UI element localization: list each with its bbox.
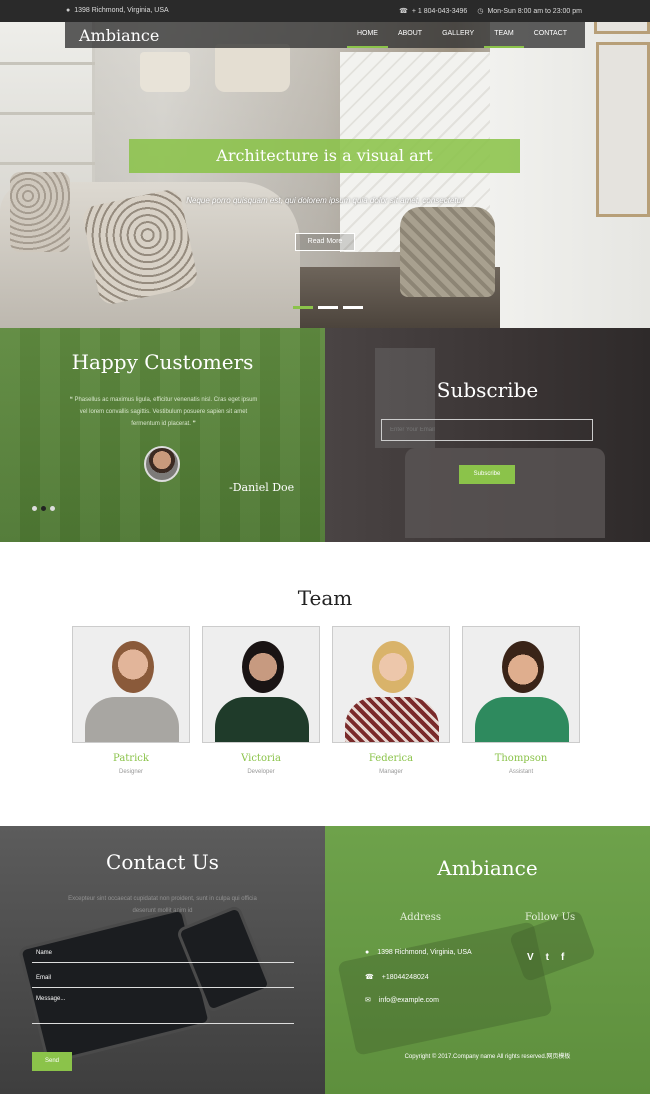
team-card-photo[interactable]	[332, 626, 450, 743]
hero-lamp-image	[215, 44, 290, 92]
vimeo-icon[interactable]: V	[527, 952, 534, 963]
team-member-name: Federica	[368, 753, 414, 764]
hero-frame-image	[594, 22, 650, 34]
hero-tagline: Neque porro quisquam est, qui dolorem ip…	[186, 196, 464, 205]
topbar-phone-text: + 1 804-043-3496	[411, 7, 468, 15]
hero-pillow-image	[80, 187, 200, 307]
hero-slide-dots	[293, 306, 363, 309]
testimonial-author: -Daniel Doe	[229, 481, 295, 494]
subscribe-section: Subscribe Subscribe	[325, 328, 650, 542]
send-button[interactable]: Send	[32, 1052, 72, 1071]
nav-item-about[interactable]: ABOUT	[388, 22, 432, 48]
testimonial-section: Happy Customers ❝ Phasellus ac maximus l…	[0, 328, 325, 542]
member-photo-head	[242, 641, 284, 693]
footer-address: ● 1398 Richmond, Virginia, USA	[365, 949, 472, 956]
contact-heading: Contact Us	[106, 850, 219, 874]
subscribe-bed-image	[405, 448, 605, 538]
phone-icon: ☎	[399, 8, 408, 15]
member-photo-head	[112, 641, 154, 693]
contact-section: Contact Us Excepteur sint occaecat cupid…	[0, 826, 325, 1094]
location-pin-icon: ●	[66, 7, 71, 14]
customer-avatar	[144, 446, 180, 482]
location-pin-icon: ●	[365, 949, 370, 956]
team-card-photo[interactable]	[72, 626, 190, 743]
contact-description: Excepteur sint occaecat cupidatat non pr…	[68, 896, 257, 914]
member-photo-body	[85, 697, 179, 742]
topbar-address: ● 1398 Richmond, Virginia, USA	[66, 7, 169, 14]
testimonial-dot[interactable]	[41, 506, 46, 511]
hero-pillow-image	[10, 172, 70, 252]
main-nav: Ambiance HOME ABOUT GALLERY TEAM CONTACT	[65, 22, 585, 48]
topbar-hours-text: Mon-Sun 8:00 am to 23:00 pm	[487, 7, 582, 15]
member-photo-head	[502, 641, 544, 693]
copyright-text: Copyright © 2017.Company name All rights…	[404, 1054, 571, 1060]
facebook-icon[interactable]: f	[561, 952, 564, 963]
top-info-bar: ● 1398 Richmond, Virginia, USA ☎ + 1 804…	[0, 0, 650, 22]
testimonial-quote: ❝ Phasellus ac maximus ligula, efficitur…	[69, 397, 258, 427]
topbar-hours: ◷ Mon-Sun 8:00 am to 23:00 pm	[477, 7, 582, 16]
member-photo-head	[372, 641, 414, 693]
contact-name-field[interactable]: Name	[32, 943, 294, 963]
hero-title: Architecture is a visual art	[129, 139, 520, 173]
footer-phone-text: +18044248024	[381, 973, 429, 981]
nav-item-contact[interactable]: CONTACT	[524, 22, 577, 48]
team-member-role: Designer	[118, 769, 143, 775]
member-photo-body	[345, 697, 439, 742]
contact-message-field[interactable]: Message...	[32, 992, 294, 1024]
nav-brand-logo[interactable]: Ambiance	[79, 26, 347, 45]
contact-email-field[interactable]: Email	[32, 968, 294, 988]
testimonial-dot[interactable]	[50, 506, 55, 511]
topbar-address-text: 1398 Richmond, Virginia, USA	[74, 7, 169, 14]
footer-brand: Ambiance	[437, 856, 538, 880]
nav-item-gallery[interactable]: GALLERY	[432, 22, 484, 48]
testimonial-heading: Happy Customers	[71, 350, 254, 374]
hero-chair-image	[400, 207, 495, 297]
subscribe-email-input[interactable]	[381, 419, 593, 441]
team-member-role: Developer	[247, 769, 275, 775]
nav-item-team[interactable]: TEAM	[484, 22, 524, 48]
team-card-photo[interactable]	[202, 626, 320, 743]
nav-menu: HOME ABOUT GALLERY TEAM CONTACT	[346, 22, 577, 48]
team-card-photo[interactable]	[462, 626, 580, 743]
footer-phone[interactable]: ☎ +18044248024	[365, 973, 429, 982]
team-member-name: Victoria	[241, 753, 281, 764]
twitter-icon[interactable]: t	[546, 952, 549, 963]
footer-email-text: info@example.com	[378, 996, 439, 1004]
hero-frame-image	[596, 42, 650, 217]
slide-dot[interactable]	[343, 306, 363, 309]
team-member-name: Thompson	[494, 753, 548, 764]
subscribe-heading: Subscribe	[436, 378, 539, 402]
hero-slider	[0, 22, 650, 328]
footer-info-section: Ambiance Address Follow Us ● 1398 Richmo…	[325, 826, 650, 1094]
topbar-phone[interactable]: ☎ + 1 804-043-3496	[399, 7, 468, 16]
footer-email[interactable]: ✉ info@example.com	[365, 996, 439, 1005]
team-member-name: Patrick	[113, 753, 149, 764]
phone-icon: ☎	[365, 974, 374, 981]
hero-lamp-image	[140, 52, 190, 92]
subscribe-button[interactable]: Subscribe	[459, 465, 515, 484]
footer-address-text: 1398 Richmond, Virginia, USA	[377, 949, 472, 956]
envelope-icon: ✉	[365, 997, 371, 1004]
slide-dot[interactable]	[318, 306, 338, 309]
social-links: V t f	[527, 952, 564, 963]
member-photo-body	[475, 697, 569, 742]
nav-item-home[interactable]: HOME	[346, 22, 388, 48]
testimonial-dot[interactable]	[32, 506, 37, 511]
team-heading: Team	[297, 586, 353, 610]
testimonial-dots	[32, 506, 55, 511]
team-member-role: Assistant	[508, 769, 534, 775]
member-photo-body	[215, 697, 309, 742]
team-member-role: Manager	[379, 769, 403, 775]
clock-icon: ◷	[477, 8, 484, 15]
slide-dot[interactable]	[293, 306, 313, 309]
address-heading: Address	[400, 912, 441, 923]
follow-heading: Follow Us	[525, 912, 576, 923]
read-more-button[interactable]: Read More	[295, 233, 355, 251]
